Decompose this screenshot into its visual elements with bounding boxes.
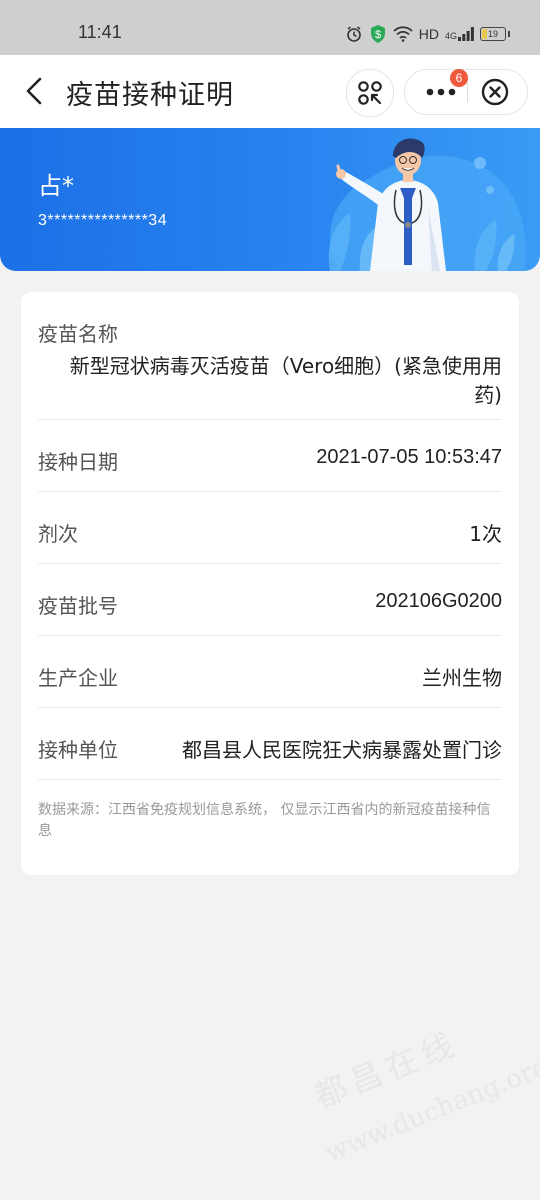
divider — [38, 491, 502, 492]
wifi-icon — [393, 26, 413, 42]
back-button[interactable] — [18, 73, 54, 109]
signal-icon: 4G — [445, 27, 474, 41]
battery-icon: 19 — [480, 27, 506, 41]
batch-number-label: 疫苗批号 — [38, 594, 118, 618]
vaccination-site-row: 接种单位 都昌县人民医院狂犬病暴露处置门诊 — [38, 734, 502, 764]
batch-number-value: 202106G0200 — [375, 590, 502, 612]
close-icon — [481, 78, 509, 106]
dose-label: 剂次 — [38, 522, 78, 546]
status-bar: 11:41 $ HD 4G 19 — [0, 0, 540, 55]
more-button[interactable]: 6 — [415, 69, 468, 114]
hd-indicator: HD — [418, 26, 439, 42]
vaccination-date-value: 2021-07-05 10:53:47 — [316, 446, 502, 468]
signal-type-label: 4G — [444, 31, 457, 41]
vaccination-date-row: 接种日期 2021-07-05 10:53:47 — [38, 446, 502, 476]
shield-dollar-icon: $ — [369, 24, 387, 44]
notification-badge: 6 — [450, 69, 468, 87]
more-icon — [426, 88, 456, 96]
alarm-icon — [345, 25, 363, 43]
dose-value: 1次 — [469, 522, 502, 546]
close-button[interactable] — [479, 76, 511, 108]
divider — [38, 419, 502, 420]
vaccine-name-label: 疫苗名称 — [38, 322, 118, 346]
divider — [38, 779, 502, 780]
battery-level: 19 — [487, 29, 498, 39]
user-id-number: 3***************34 — [38, 212, 168, 229]
status-icons: $ HD 4G 19 — [345, 22, 510, 46]
vaccination-date-label: 接种日期 — [38, 450, 118, 474]
manufacturer-value: 兰州生物 — [422, 666, 502, 690]
svg-text:$: $ — [375, 29, 381, 41]
divider — [38, 563, 502, 564]
nav-bar: 疫苗接种证明 6 — [0, 55, 540, 128]
dose-row: 剂次 1次 — [38, 518, 502, 548]
scan-button[interactable] — [346, 69, 394, 117]
page-title: 疫苗接种证明 — [66, 80, 234, 111]
divider — [38, 635, 502, 636]
vaccine-name-value: 新型冠状病毒灭活疫苗（Vero细胞）(紧急使用用药) — [69, 354, 502, 407]
back-icon — [26, 77, 42, 105]
user-name: 占* — [38, 172, 74, 200]
batch-number-row: 疫苗批号 202106G0200 — [38, 590, 502, 620]
vaccination-site-value: 都昌县人民医院狂犬病暴露处置门诊 — [182, 738, 502, 762]
scan-icon — [358, 81, 382, 105]
miniprogram-capsule: 6 — [404, 69, 528, 115]
manufacturer-label: 生产企业 — [38, 666, 118, 690]
doctor-illustration — [328, 138, 526, 271]
status-time: 11:41 — [78, 22, 122, 42]
data-source-note: 数据来源：江西省免疫规划信息系统， 仅显示江西省内的新冠疫苗接种信息 — [38, 802, 491, 839]
user-header-banner: 占* 3***************34 — [0, 128, 540, 271]
divider — [38, 707, 502, 708]
vaccination-record-card: 疫苗名称 新型冠状病毒灭活疫苗（Vero细胞）(紧急使用用药) 接种日期 202… — [21, 292, 519, 875]
capsule-divider — [467, 82, 468, 102]
vaccine-name-row: 疫苗名称 新型冠状病毒灭活疫苗（Vero细胞）(紧急使用用药) — [38, 318, 502, 418]
vaccination-site-label: 接种单位 — [38, 738, 118, 762]
manufacturer-row: 生产企业 兰州生物 — [38, 662, 502, 692]
